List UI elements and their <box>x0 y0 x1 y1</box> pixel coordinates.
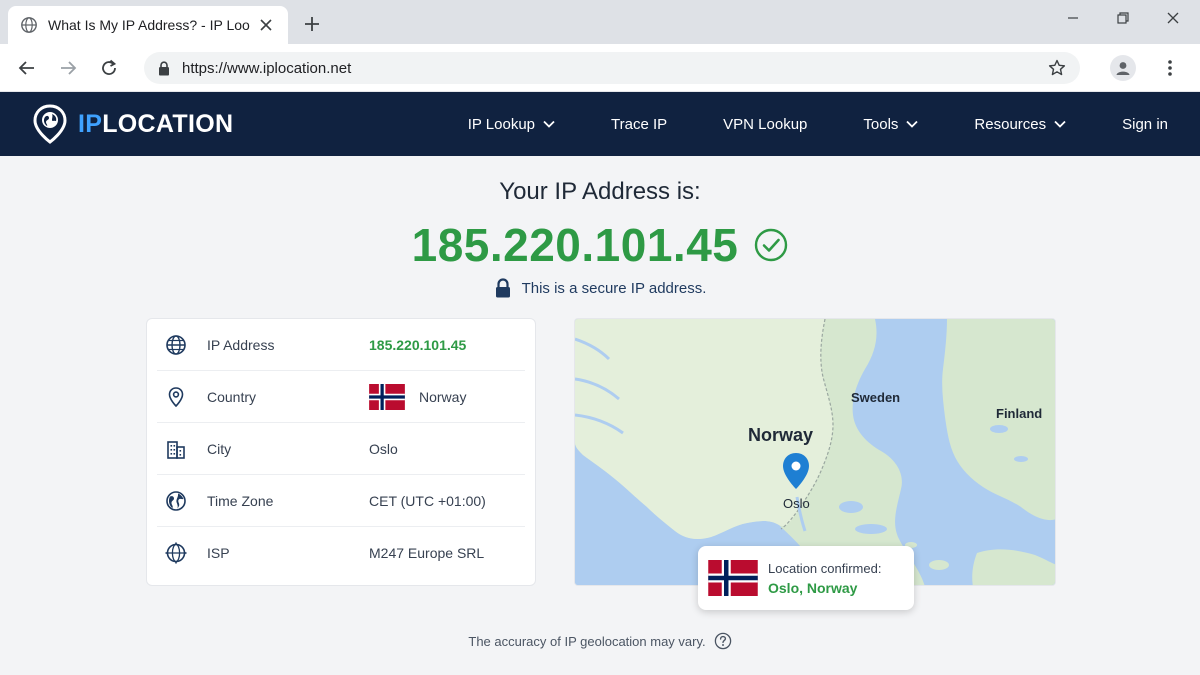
norway-flag-icon <box>369 383 405 410</box>
padlock-icon <box>495 278 510 298</box>
url-text[interactable]: https://www.iplocation.net <box>182 60 1046 77</box>
nav-label: VPN Lookup <box>723 115 808 133</box>
row-label: IP Address <box>207 336 275 353</box>
star-icon[interactable] <box>1046 57 1068 79</box>
nav-label: Sign in <box>1122 115 1168 133</box>
help-circle-icon[interactable] <box>714 632 732 650</box>
nav-tools[interactable]: Tools <box>863 115 919 133</box>
timezone-value: CET (UTC +01:00) <box>369 492 486 509</box>
site-header: IPLOCATION IP Lookup Trace IP VPN Lookup… <box>0 92 1200 156</box>
browser-toolbar: https://www.iplocation.net <box>0 44 1200 92</box>
tab-title: What Is My IP Address? - IP Lookup <box>48 17 250 33</box>
forward-icon <box>61 61 77 75</box>
kebab-menu-icon[interactable] <box>1158 56 1182 80</box>
map-label-sweden: Sweden <box>851 390 901 405</box>
secure-text: This is a secure IP address. <box>521 279 707 297</box>
accuracy-note: The accuracy of IP geolocation may vary. <box>0 632 1200 650</box>
earth-icon <box>165 490 187 512</box>
hero-ip-row: 185.220.101.45 <box>0 218 1200 272</box>
country-value: Norway <box>369 383 467 410</box>
hero-title: Your IP Address is: <box>499 178 701 205</box>
nav-label: Trace IP <box>611 115 668 133</box>
secure-notice: This is a secure IP address. <box>0 278 1200 298</box>
reload-button[interactable] <box>95 54 123 82</box>
globe-icon <box>165 334 187 356</box>
nav-trace-ip[interactable]: Trace IP <box>611 116 667 133</box>
nav-sign-in[interactable]: Sign in <box>1122 116 1168 133</box>
nav-ip-lookup[interactable]: IP Lookup <box>468 116 555 133</box>
table-row: Country Norway <box>157 371 525 423</box>
site-logo[interactable]: IPLOCATION <box>32 104 233 144</box>
network-globe-icon <box>165 542 187 564</box>
nav-vpn-lookup[interactable]: VPN Lookup <box>723 116 807 133</box>
table-row: City Oslo <box>157 423 525 475</box>
restore-button[interactable] <box>1098 0 1148 36</box>
close-icon[interactable] <box>256 15 276 35</box>
nav-label: Resources <box>974 115 1047 133</box>
logo-wordmark: IPLOCATION <box>78 109 234 138</box>
logo-pin-icon <box>33 104 67 144</box>
map-label-finland: Finland <box>996 406 1043 421</box>
address-bar[interactable]: https://www.iplocation.net <box>144 52 1080 84</box>
ip-info-card: IP Address 185.220.101.45 Country Norway… <box>146 318 536 586</box>
profile-icon[interactable] <box>1110 55 1136 81</box>
confirm-text-block: Location confirmed: Oslo, Norway <box>768 561 881 596</box>
back-icon <box>18 61 34 75</box>
close-window-icon <box>1167 12 1179 24</box>
main-nav: IP Lookup Trace IP VPN Lookup Tools Reso… <box>412 92 1168 156</box>
city-value: Oslo <box>369 440 398 457</box>
nav-label: Tools <box>863 115 899 133</box>
nav-label: IP Lookup <box>467 115 536 133</box>
country-name: Norway <box>419 388 467 405</box>
close-window-button[interactable] <box>1148 0 1198 36</box>
reload-icon <box>102 59 117 75</box>
globe-icon <box>20 16 38 34</box>
nav-resources[interactable]: Resources <box>974 116 1066 133</box>
ip-address-display[interactable]: 185.220.101.45 <box>412 218 739 272</box>
plus-icon <box>305 17 319 31</box>
minimize-button[interactable] <box>1048 0 1098 36</box>
minimize-icon <box>1068 17 1078 19</box>
row-label: Country <box>207 388 257 405</box>
map-label-norway: Norway <box>748 425 814 445</box>
check-circle-icon <box>755 228 788 262</box>
forward-button[interactable] <box>54 54 82 82</box>
isp-value: M247 Europe SRL <box>369 545 485 561</box>
table-row: IP Address 185.220.101.45 <box>157 319 525 371</box>
location-pin-icon <box>165 386 187 408</box>
row-label: Time Zone <box>207 492 274 509</box>
new-tab-button[interactable] <box>300 12 324 36</box>
building-icon <box>165 438 187 460</box>
lock-icon[interactable] <box>156 60 172 76</box>
restore-icon <box>1117 12 1129 24</box>
chevron-down-icon <box>906 120 919 128</box>
table-row: ISP M247 Europe SRL <box>157 527 525 579</box>
row-label: ISP <box>207 545 230 561</box>
browser-tab-bar: What Is My IP Address? - IP Lookup <box>0 0 1200 44</box>
browser-tab[interactable]: What Is My IP Address? - IP Lookup <box>8 6 288 44</box>
confirm-label: Location confirmed: <box>768 560 882 576</box>
location-confirmed-card: Location confirmed: Oslo, Norway <box>698 546 914 610</box>
accuracy-note-text: The accuracy of IP geolocation may vary. <box>468 633 706 649</box>
confirm-value: Oslo, Norway <box>768 579 858 596</box>
table-row: Time Zone CET (UTC +01:00) <box>157 475 525 527</box>
chevron-down-icon <box>1054 120 1066 128</box>
ip-address-value[interactable]: 185.220.101.45 <box>369 337 466 353</box>
norway-flag-icon <box>708 560 758 596</box>
chevron-down-icon <box>543 120 555 128</box>
row-label: City <box>207 440 232 457</box>
back-button[interactable] <box>13 54 41 82</box>
map-label-oslo: Oslo <box>783 496 810 511</box>
